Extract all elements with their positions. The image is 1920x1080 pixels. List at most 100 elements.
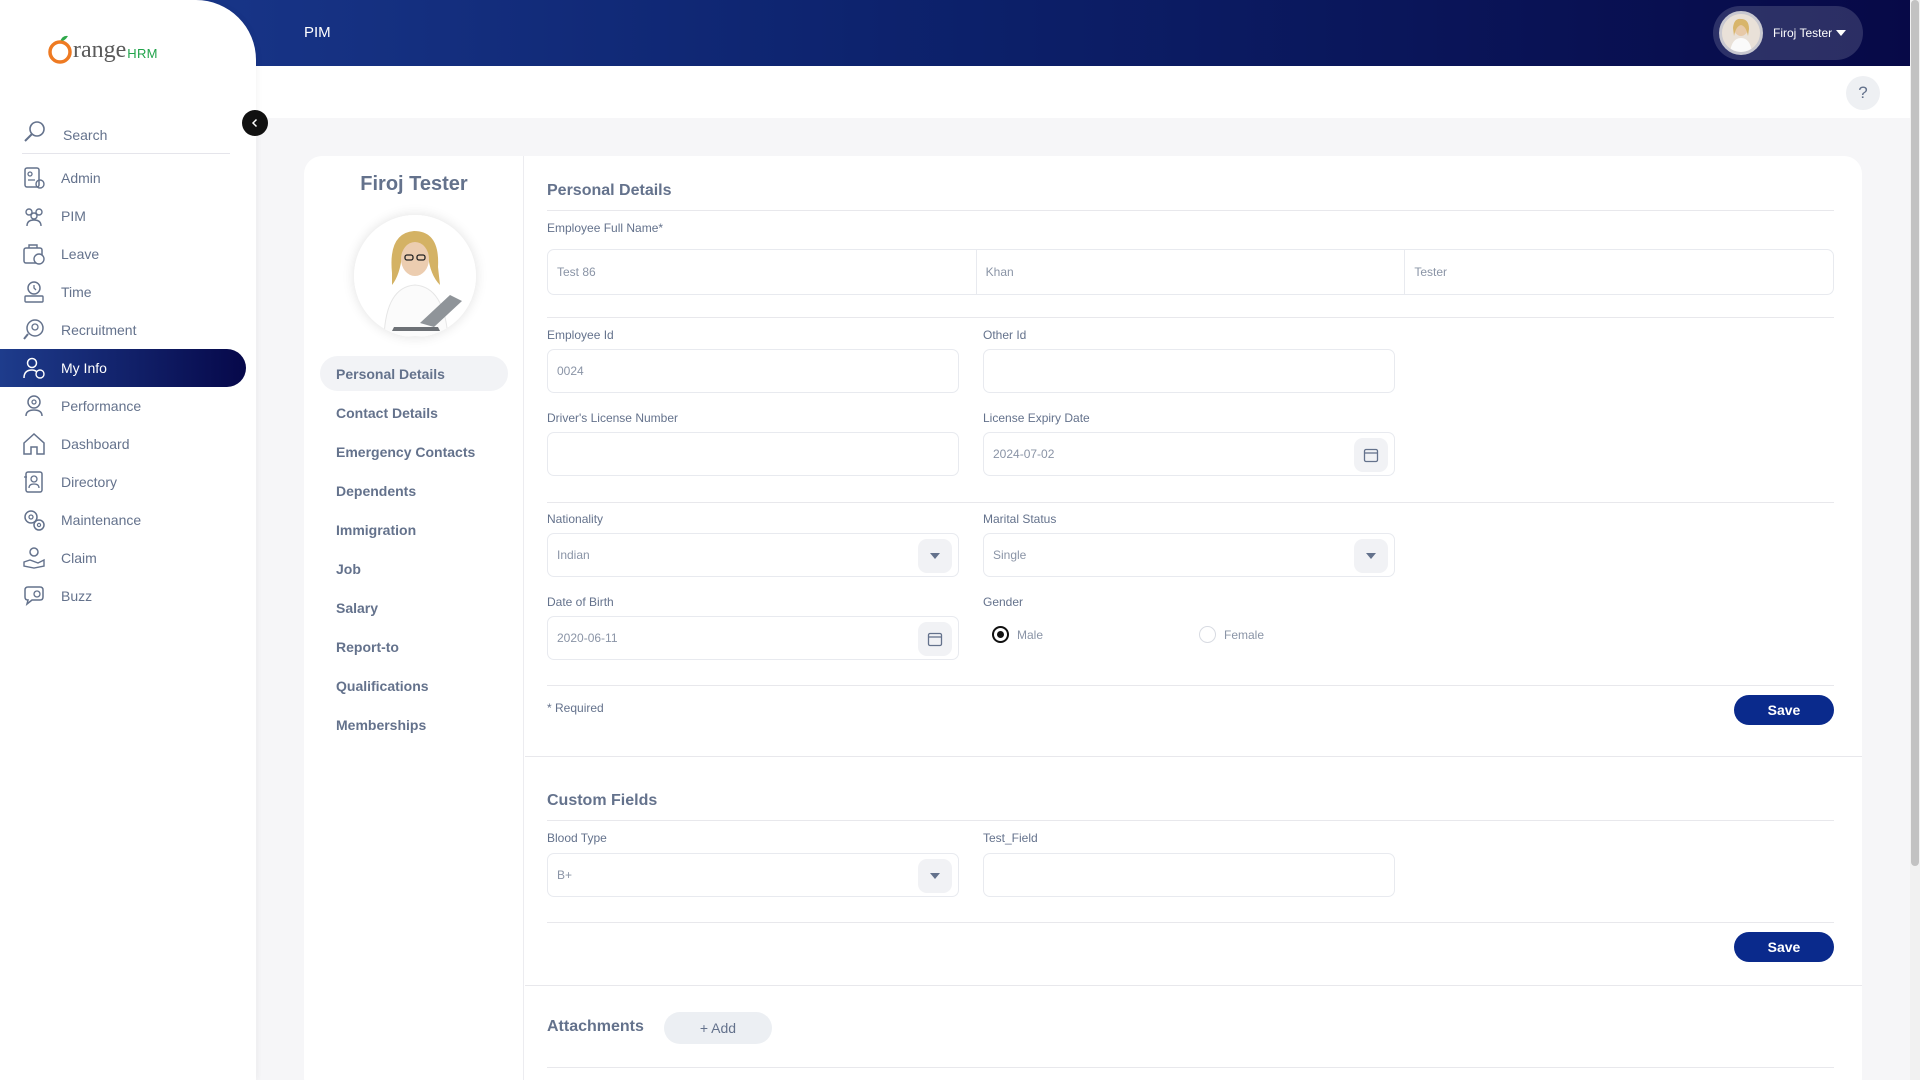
menu-item-performance[interactable]: Performance [0, 387, 256, 425]
tab-qualifications[interactable]: Qualifications [320, 668, 508, 703]
profile-panel: Firoj Tester Personal Details Contact De… [304, 156, 524, 1080]
menu-item-maintenance[interactable]: Maintenance [0, 501, 256, 539]
dropdown-button[interactable] [918, 859, 952, 893]
license-input[interactable] [547, 432, 959, 476]
nationality-select[interactable]: Indian [547, 533, 959, 577]
divider [547, 317, 1834, 318]
menu-item-dashboard[interactable]: Dashboard [0, 425, 256, 463]
menu-item-buzz[interactable]: Buzz [0, 577, 256, 615]
save-custom-button[interactable]: Save [1734, 932, 1834, 962]
test-field-input[interactable] [983, 853, 1395, 897]
top-bar: PIM Firoj Tester [0, 0, 1910, 66]
logo-hrm: HRM [127, 46, 158, 61]
performance-icon [25, 395, 43, 417]
tab-report-to[interactable]: Report-to [320, 629, 508, 664]
calendar-icon [1363, 448, 1379, 463]
leave-icon [23, 244, 45, 265]
attachments-title: Attachments [547, 1018, 644, 1035]
nationality-label: Nationality [547, 512, 604, 526]
calendar-button[interactable] [918, 622, 952, 656]
maintenance-icon [24, 510, 45, 531]
claim-icon [23, 547, 45, 569]
main-menu: Admin PIM Leave Time Recruitment My Info… [0, 159, 256, 615]
section-separator [525, 985, 1862, 986]
gender-label: Gender [983, 595, 1024, 609]
license-expiry-value: 2024-07-02 [993, 447, 1055, 461]
tab-immigration[interactable]: Immigration [320, 512, 508, 547]
license-expiry-label: License Expiry Date [983, 411, 1090, 425]
tab-emergency-contacts[interactable]: Emergency Contacts [320, 434, 508, 469]
menu-item-label: Admin [61, 170, 101, 186]
menu-item-label: Leave [61, 246, 100, 262]
marital-status-value: Single [993, 548, 1027, 562]
tab-salary[interactable]: Salary [320, 590, 508, 625]
user-avatar [1719, 11, 1763, 55]
menu-item-directory[interactable]: Directory [0, 463, 256, 501]
tab-job[interactable]: Job [320, 551, 508, 586]
sidebar: range HRM Search Admin PIM Leave Time Re… [0, 0, 256, 1080]
custom-fields-title: Custom Fields [547, 792, 658, 809]
dropdown-button[interactable] [918, 539, 952, 573]
menu-item-claim[interactable]: Claim [0, 539, 256, 577]
menu-item-admin[interactable]: Admin [0, 159, 256, 197]
radio-checked-icon [992, 626, 1009, 643]
dob-input[interactable]: 2020-06-11 [547, 616, 959, 660]
blood-type-select[interactable]: B+ [547, 853, 959, 897]
test-field-label: Test_Field [983, 831, 1038, 845]
license-expiry-input[interactable]: 2024-07-02 [983, 432, 1395, 476]
menu-item-label: Claim [61, 550, 97, 566]
gender-female-radio[interactable]: Female [1199, 626, 1264, 643]
last-name-input[interactable]: Tester [1405, 250, 1833, 294]
middle-name-input[interactable]: Khan [977, 250, 1406, 294]
scrollbar-thumb[interactable] [1911, 0, 1919, 866]
sidebar-search[interactable]: Search [22, 110, 230, 154]
save-personal-button[interactable]: Save [1734, 695, 1834, 725]
dob-value: 2020-06-11 [557, 631, 618, 645]
marital-status-label: Marital Status [983, 512, 1057, 526]
orange-logo-icon [48, 35, 72, 64]
menu-item-pim[interactable]: PIM [0, 197, 256, 235]
admin-icon [24, 167, 45, 189]
calendar-button[interactable] [1354, 438, 1388, 472]
caret-down-icon [930, 873, 940, 879]
other-id-input[interactable] [983, 349, 1395, 393]
menu-item-label: Buzz [61, 588, 93, 604]
menu-item-leave[interactable]: Leave [0, 235, 256, 273]
marital-status-select[interactable]: Single [983, 533, 1395, 577]
menu-item-recruitment[interactable]: Recruitment [0, 311, 256, 349]
collapse-sidebar-button[interactable] [242, 110, 268, 136]
tab-personal-details[interactable]: Personal Details [320, 356, 508, 391]
employee-photo[interactable] [354, 215, 476, 337]
divider [547, 685, 1834, 686]
buzz-icon [24, 586, 44, 606]
license-label: Driver's License Number [547, 411, 678, 425]
first-name-input[interactable]: Test 86 [548, 250, 977, 294]
my-info-icon [23, 357, 45, 379]
chevron-left-icon [251, 118, 258, 128]
caret-down-icon [1366, 553, 1376, 559]
menu-item-label: Directory [61, 474, 118, 490]
menu-item-my-info[interactable]: My Info [0, 349, 246, 387]
radio-unchecked-icon [1199, 626, 1216, 643]
tab-contact-details[interactable]: Contact Details [320, 395, 508, 430]
section-separator [525, 756, 1862, 757]
scrollbar-track[interactable] [1910, 0, 1920, 1080]
menu-item-time[interactable]: Time [0, 273, 256, 311]
add-attachment-button[interactable]: + Add [664, 1012, 772, 1044]
employee-id-input[interactable]: 0024 [547, 349, 959, 393]
dropdown-button[interactable] [1354, 539, 1388, 573]
personal-details-title: Personal Details [547, 182, 672, 199]
divider [547, 210, 1834, 211]
gender-male-radio[interactable]: Male [992, 626, 1043, 643]
search-icon [24, 120, 45, 142]
menu-item-label: Dashboard [61, 436, 130, 452]
employee-id-value: 0024 [557, 364, 584, 378]
module-title: PIM [304, 24, 331, 41]
help-button[interactable]: ? [1846, 76, 1880, 110]
caret-down-icon [1836, 30, 1847, 36]
user-dropdown[interactable]: Firoj Tester [1713, 6, 1863, 60]
menu-item-label: Maintenance [61, 512, 142, 528]
tab-dependents[interactable]: Dependents [320, 473, 508, 508]
tab-memberships[interactable]: Memberships [320, 707, 508, 742]
gender-male-label: Male [1017, 627, 1044, 642]
